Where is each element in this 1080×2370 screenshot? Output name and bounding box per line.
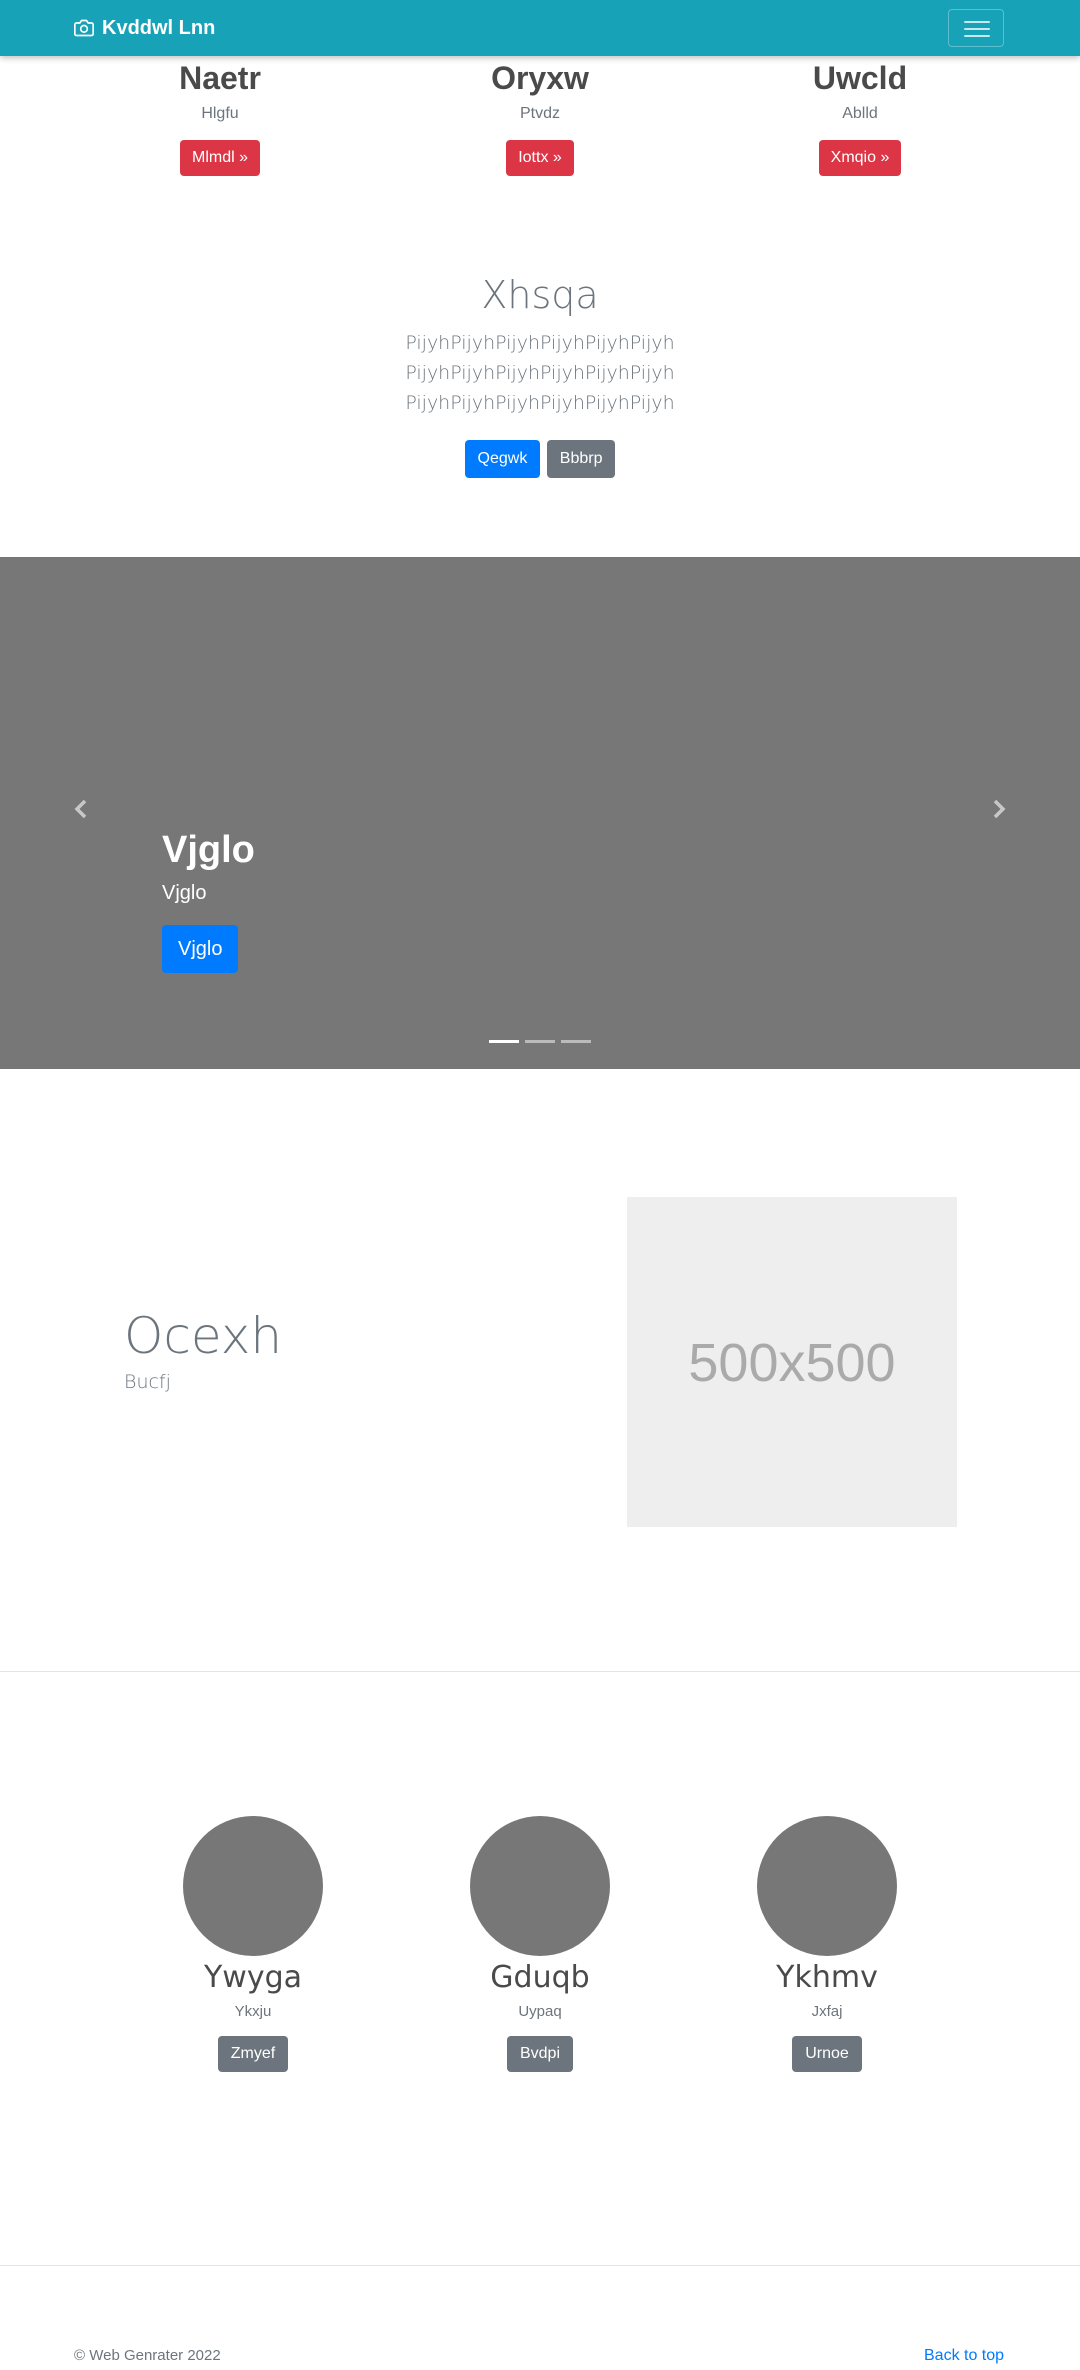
- carousel-indicator-2[interactable]: [525, 1040, 555, 1043]
- column-button[interactable]: Iottx »: [506, 140, 574, 176]
- navbar-toggle-button[interactable]: [948, 9, 1004, 47]
- team-member-1: Ywyga Ykxju Zmyef: [133, 1816, 373, 2072]
- member-name: Ywyga: [203, 1960, 303, 1995]
- member-button[interactable]: Bvdpi: [506, 2036, 574, 2072]
- column-button[interactable]: Mlmdl »: [179, 140, 260, 176]
- camera-icon: [74, 19, 94, 37]
- footer-copyright: © Web Genrater 2022: [74, 2347, 221, 2364]
- column-title: Naetr: [179, 60, 261, 96]
- team-member-3: Ykhmv Jxfaj Urnoe: [707, 1816, 947, 2072]
- divider: [0, 2265, 1080, 2266]
- column-button[interactable]: Xmqio »: [818, 140, 902, 176]
- jumbotron-title: Xhsqa: [481, 273, 599, 317]
- brand-name: Kvddwl Lnn: [102, 16, 216, 39]
- member-name: Ykhmv: [776, 1960, 878, 1995]
- member-role: Jxfaj: [811, 2003, 843, 2020]
- carousel-indicator-3[interactable]: [561, 1040, 591, 1043]
- carousel: Vjglo Vjglo Vjglo: [0, 557, 1080, 1069]
- column-1: Naetr Hlgfu Mlmdl »: [100, 56, 340, 176]
- feature-subtitle: Bucfj: [124, 1371, 171, 1393]
- column-subtitle: Ptvdz: [519, 105, 560, 122]
- team-member-2: Gduqb Uypaq Bvdpi: [420, 1816, 660, 2072]
- placeholder-image: 500x500: [627, 1197, 957, 1527]
- column-subtitle: Hlgfu: [201, 105, 239, 122]
- feature-title: Ocexh: [124, 1307, 283, 1365]
- avatar: [183, 1816, 323, 1956]
- primary-button[interactable]: Qegwk: [464, 440, 541, 478]
- page: Kvddwl Lnn Naetr Hlgfu Mlmdl » Oryxw Ptv…: [0, 0, 1080, 2370]
- jumbotron-text: PijyhPijyhPijyhPijyhPijyhPijyh PijyhPijy…: [405, 332, 675, 414]
- carousel-button[interactable]: Vjglo: [162, 925, 239, 973]
- avatar: [470, 1816, 610, 1956]
- brand-link[interactable]: Kvddwl Lnn: [74, 14, 215, 42]
- member-name: Gduqb: [490, 1960, 590, 1995]
- divider: [0, 1671, 1080, 1672]
- member-button[interactable]: Zmyef: [217, 2036, 289, 2072]
- carousel-title: Vjglo: [162, 829, 255, 871]
- member-button[interactable]: Urnoe: [792, 2036, 862, 2072]
- carousel-indicator-1[interactable]: [489, 1040, 519, 1043]
- placeholder-label: 500x500: [688, 1333, 896, 1393]
- carousel-subtitle: Vjglo: [162, 882, 207, 904]
- back-to-top-link[interactable]: Back to top: [924, 2347, 1004, 2365]
- chevron-left-icon[interactable]: [70, 797, 94, 821]
- carousel-indicators: [0, 1040, 1080, 1043]
- navbar: Kvddwl Lnn: [0, 0, 1080, 56]
- column-2: Oryxw Ptvdz Iottx »: [420, 56, 660, 176]
- secondary-button[interactable]: Bbbrp: [546, 440, 616, 478]
- avatar: [757, 1816, 897, 1956]
- carousel-caption: Vjglo Vjglo Vjglo: [162, 827, 255, 973]
- chevron-right-icon[interactable]: [986, 797, 1010, 821]
- member-role: Ykxju: [234, 2003, 272, 2020]
- column-subtitle: Ablld: [842, 105, 878, 122]
- jumbotron: Xhsqa PijyhPijyhPijyhPijyhPijyhPijyh Pij…: [0, 270, 1080, 478]
- column-title: Uwcld: [812, 60, 908, 96]
- member-role: Uypaq: [518, 2003, 562, 2020]
- column-3: Uwcld Ablld Xmqio »: [740, 56, 980, 176]
- column-title: Oryxw: [491, 60, 589, 96]
- feature-text: Ocexh Bucfj: [124, 1306, 282, 1394]
